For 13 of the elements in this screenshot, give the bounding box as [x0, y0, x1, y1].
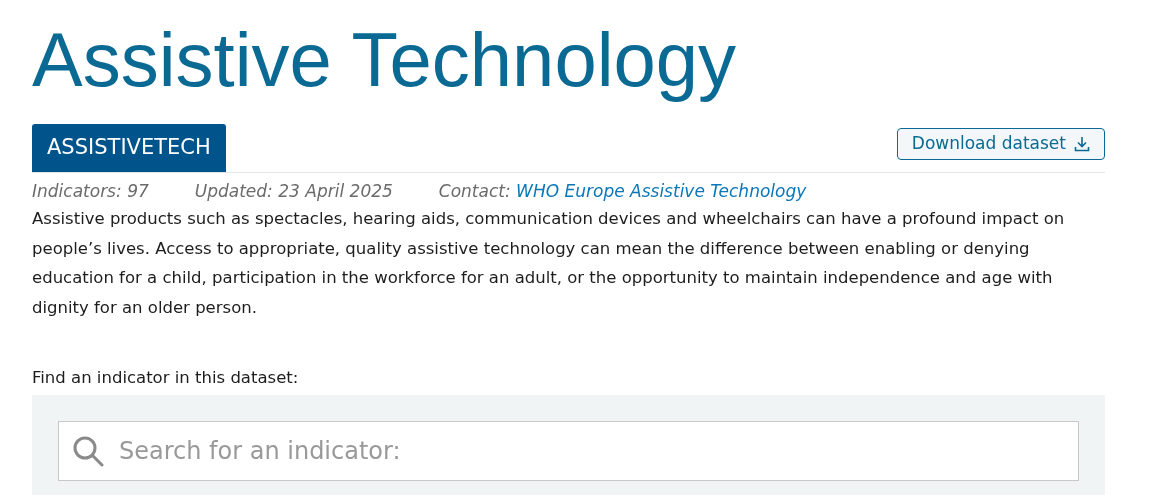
meta-value: 23 April 2025: [278, 180, 393, 201]
contact-link[interactable]: WHO Europe Assistive Technology: [516, 180, 807, 201]
dataset-code-label: ASSISTIVETECH: [32, 124, 226, 172]
description-paragraph: Assistive products such as spectacles, hearing aids, communication devices and wheelchairs can have a profound impact on people’s lives. Access to appropriate, quality assistive technology can mean the difference between enabling or denying education for a child, participation in the workforce for an adult, or the opportunity to maintain independence and age with dignity for an older person.: [32, 208, 1066, 319]
meta-label: Indicators:: [32, 180, 122, 201]
download-button[interactable]: Download dataset: [896, 128, 1105, 160]
search-field[interactable]: Search for an indicator:: [58, 420, 1079, 481]
meta-value: 97: [127, 180, 149, 201]
download-icon: [1074, 135, 1090, 152]
meta-label: Updated:: [194, 180, 273, 201]
search-icon: [72, 434, 104, 467]
search-label: Find an indicator in this dataset:: [32, 367, 300, 389]
meta-label: Contact:: [438, 180, 511, 201]
